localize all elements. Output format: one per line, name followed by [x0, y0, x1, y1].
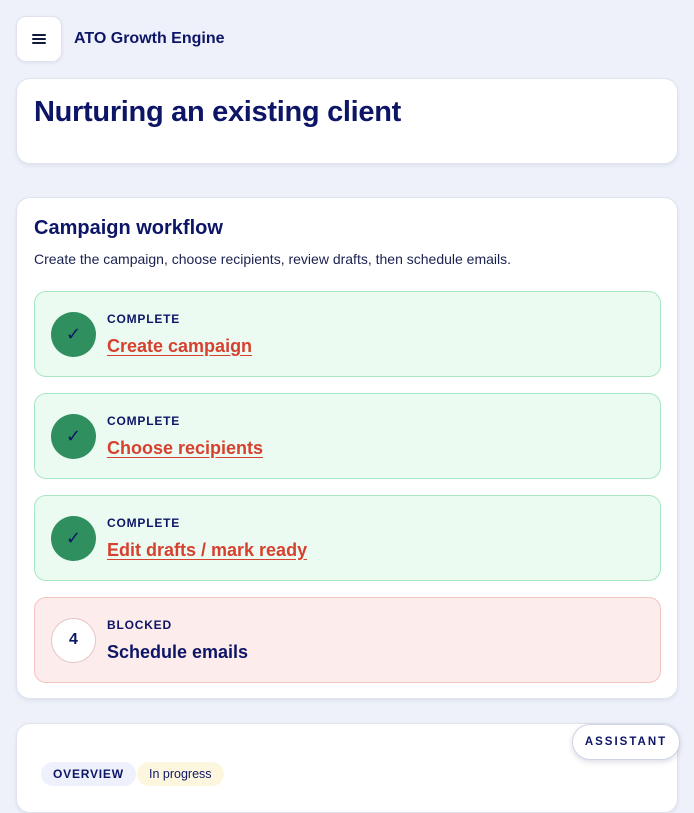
- checkmark-icon: ✓: [65, 324, 82, 344]
- page-title: Nurturing an existing client: [34, 96, 402, 128]
- workflow-step-create-campaign: ✓ COMPLETE Create campaign: [34, 291, 661, 377]
- step-complete-badge: ✓: [51, 311, 96, 357]
- top-bar: ATO Growth Engine: [16, 16, 225, 62]
- edit-drafts-link[interactable]: Edit drafts / mark ready: [107, 540, 307, 561]
- checkmark-icon: ✓: [65, 528, 82, 548]
- step-complete-badge: ✓: [51, 413, 96, 459]
- workflow-step-choose-recipients: ✓ COMPLETE Choose recipients: [34, 393, 661, 479]
- schedule-emails-label: Schedule emails: [107, 641, 249, 662]
- menu-button[interactable]: [16, 16, 62, 62]
- choose-recipients-link[interactable]: Choose recipients: [107, 438, 263, 459]
- workflow-step-edit-drafts: ✓ COMPLETE Edit drafts / mark ready: [34, 495, 661, 581]
- step-status: COMPLETE: [107, 413, 181, 428]
- create-campaign-link[interactable]: Create campaign: [107, 336, 252, 357]
- hamburger-icon: [32, 33, 46, 45]
- step-status: COMPLETE: [107, 515, 181, 530]
- overview-tag: OVERVIEW: [41, 762, 136, 786]
- workflow-card: Campaign workflow Create the campaign, c…: [16, 197, 678, 699]
- checkmark-icon: ✓: [65, 426, 82, 446]
- step-status: BLOCKED: [107, 617, 172, 632]
- workflow-title: Campaign workflow: [34, 217, 223, 239]
- step-status: COMPLETE: [107, 311, 181, 326]
- step-complete-badge: ✓: [51, 515, 96, 561]
- workflow-step-schedule-emails: 4 BLOCKED Schedule emails: [34, 597, 661, 683]
- step-number: 4: [69, 631, 78, 648]
- assistant-button[interactable]: ASSISTANT: [572, 724, 680, 760]
- workflow-subtitle: Create the campaign, choose recipients, …: [34, 251, 512, 267]
- title-card: Nurturing an existing client: [16, 78, 678, 164]
- step-number-badge: 4: [51, 617, 96, 663]
- status-badge: In progress: [137, 762, 224, 786]
- app-title: ATO Growth Engine: [74, 30, 225, 47]
